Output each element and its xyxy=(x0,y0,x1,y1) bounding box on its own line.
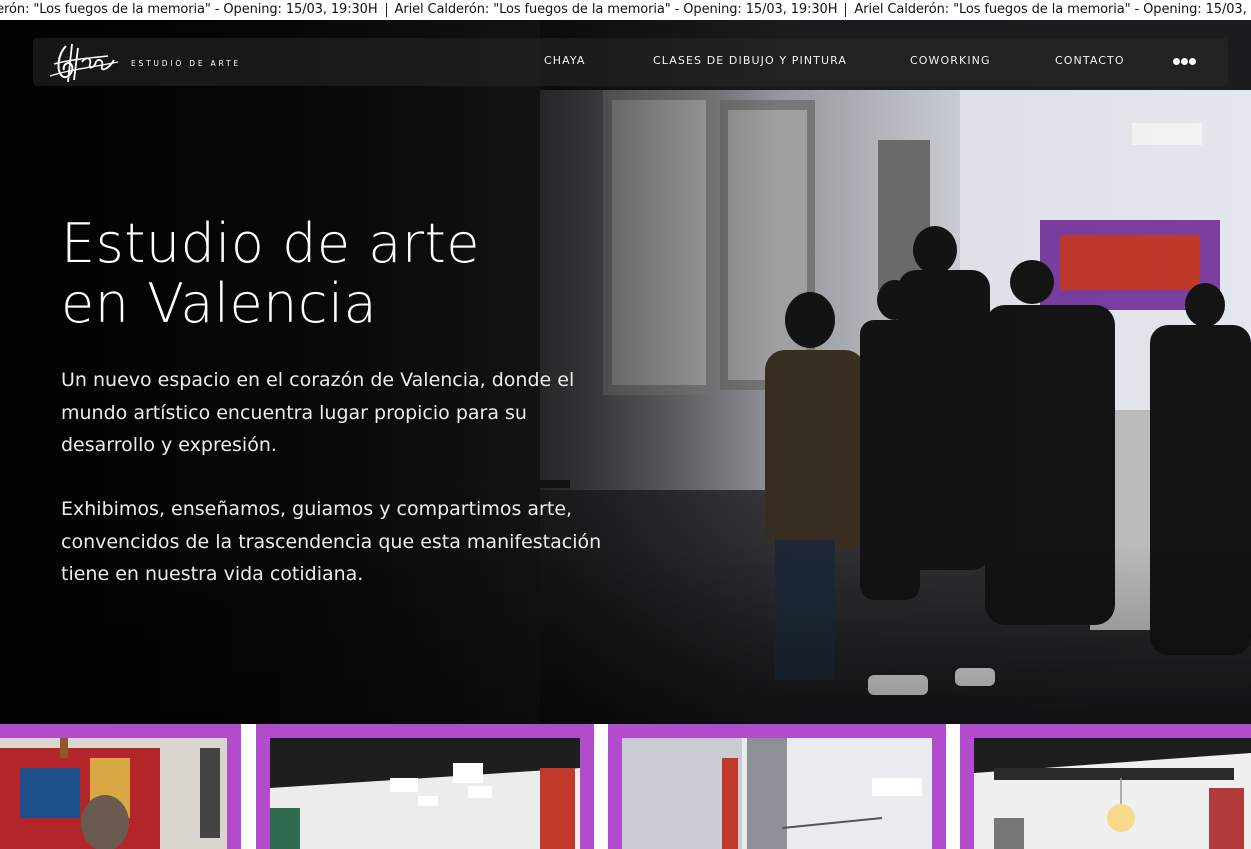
gallery-card-image xyxy=(622,738,932,849)
hero-title: Estudio de arte en Valencia xyxy=(61,214,480,334)
announcement-ticker[interactable]: derón: "Los fuegos de la memoria" - Open… xyxy=(0,0,1251,20)
hero-paragraph-1: Un nuevo espacio en el corazón de Valenc… xyxy=(61,369,575,456)
nav-link-contacto[interactable]: CONTACTO xyxy=(1055,54,1125,67)
nav-link-chaya[interactable]: CHAYA xyxy=(544,54,586,67)
nav-link-clases[interactable]: CLASES DE DIBUJO Y PINTURA xyxy=(653,54,847,67)
gallery-card-image xyxy=(974,738,1251,849)
logo-subtitle: ESTUDIO DE ARTE xyxy=(131,59,241,68)
main-navbar: ESTUDIO DE ARTE CHAYA CLASES DE DIBUJO Y… xyxy=(33,38,1228,86)
ticker-item[interactable]: derón: "Los fuegos de la memoria" - Open… xyxy=(0,3,387,17)
site-logo[interactable]: ESTUDIO DE ARTE xyxy=(48,38,248,86)
gallery-card-image xyxy=(270,738,580,849)
nav-link-coworking[interactable]: COWORKING xyxy=(910,54,991,67)
hero-title-line1: Estudio de arte xyxy=(61,212,480,275)
gallery-card[interactable] xyxy=(0,724,241,849)
gallery-card[interactable] xyxy=(608,724,946,849)
gallery-card[interactable] xyxy=(256,724,594,849)
hero-title-line2: en Valencia xyxy=(61,272,378,335)
gallery-strip xyxy=(0,724,1251,849)
ticker-track: derón: "Los fuegos de la memoria" - Open… xyxy=(0,0,1251,20)
hero-section: ESTUDIO DE ARTE CHAYA CLASES DE DIBUJO Y… xyxy=(0,20,1251,724)
chaya-logo-script xyxy=(49,43,119,83)
ticker-item[interactable]: Ariel Calderón: "Los fuegos de la memori… xyxy=(854,3,1251,17)
gallery-card-image xyxy=(0,738,227,849)
ticker-item[interactable]: Ariel Calderón: "Los fuegos de la memori… xyxy=(395,3,847,17)
hero-paragraph-2: Exhibimos, enseñamos, guiamos y comparti… xyxy=(61,498,602,585)
more-dots-icon[interactable] xyxy=(1173,57,1197,67)
gallery-card[interactable] xyxy=(960,724,1251,849)
